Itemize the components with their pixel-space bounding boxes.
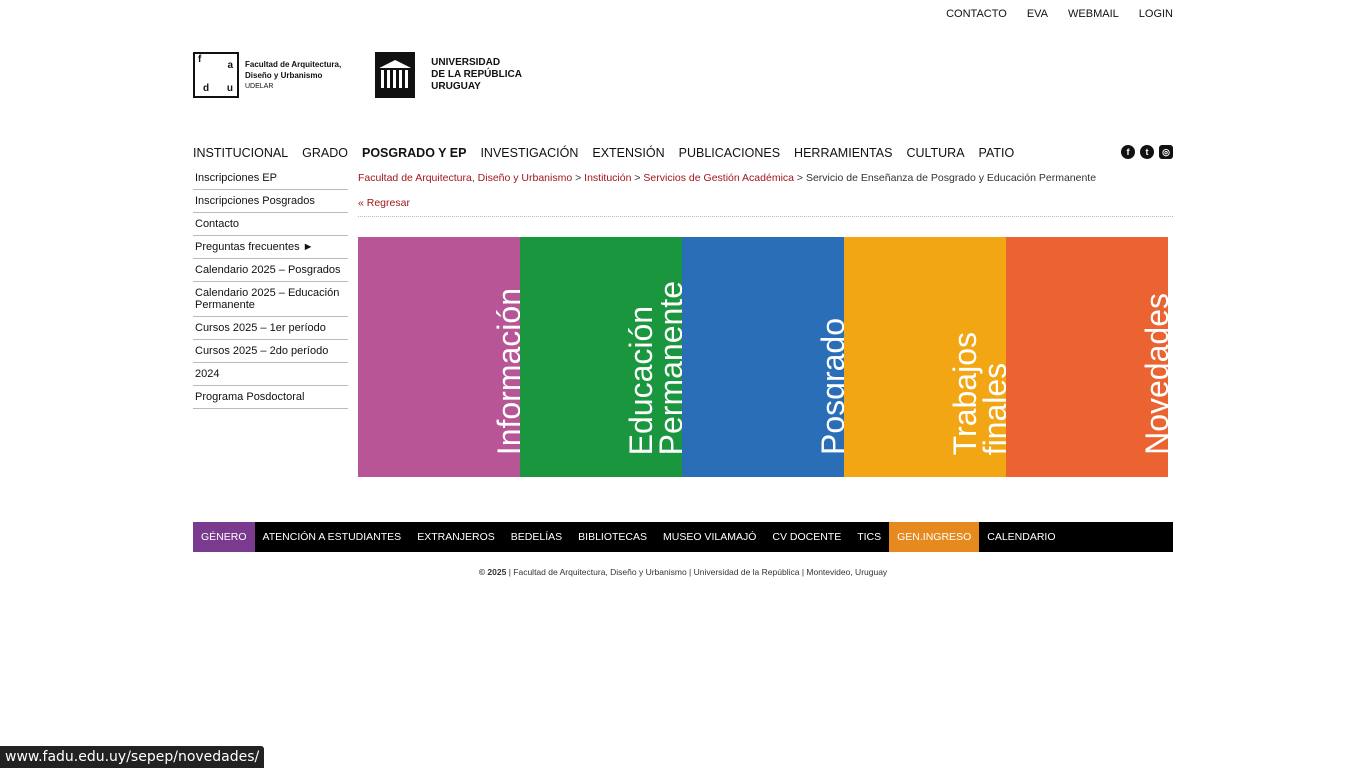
footer-bedelias[interactable]: BEDELÍAS [503, 522, 570, 552]
nav-investigacion[interactable]: INVESTIGACIÓN [480, 146, 578, 160]
tile-novedades[interactable]: Novedades [1006, 237, 1168, 477]
nav-publicaciones[interactable]: PUBLICACIONES [679, 146, 780, 160]
copyright: © 2025 | Facultad de Arquitectura, Diseñ… [478, 567, 888, 577]
contacto-link[interactable]: CONTACTO [946, 8, 1007, 20]
fadu-logo-text[interactable]: Facultad de Arquitectura, Diseño y Urban… [245, 59, 341, 92]
nav-extension[interactable]: EXTENSIÓN [592, 146, 664, 160]
tile-label: Posgrado [815, 318, 844, 455]
sidebar-item-inscripciones-posgrados[interactable]: Inscripciones Posgrados [193, 190, 348, 213]
facebook-icon[interactable]: f [1121, 145, 1135, 159]
nav-institucional[interactable]: INSTITUCIONAL [193, 146, 288, 160]
footer-tics[interactable]: TICS [849, 522, 889, 552]
divider [358, 216, 1173, 217]
sidebar-item-cursos-1er[interactable]: Cursos 2025 – 1er período [193, 317, 348, 340]
top-utility-nav: CONTACTO EVA WEBMAIL LOGIN [946, 8, 1173, 20]
breadcrumb-fadu[interactable]: Facultad de Arquitectura, Diseño y Urban… [358, 172, 572, 184]
tile-label: Trabajos finales [947, 331, 1006, 455]
nav-herramientas[interactable]: HERRAMIENTAS [794, 146, 892, 160]
instagram-icon[interactable]: ◎ [1159, 145, 1173, 159]
status-bar-url: www.fadu.edu.uy/sepep/novedades/ [0, 746, 265, 768]
header-logos: f a d u Facultad de Arquitectura, Diseño… [193, 52, 522, 98]
breadcrumb: Facultad de Arquitectura, Diseño y Urban… [358, 172, 1097, 184]
sidebar-item-calendario-posgrados[interactable]: Calendario 2025 – Posgrados [193, 259, 348, 282]
webmail-link[interactable]: WEBMAIL [1068, 8, 1119, 20]
sidebar-item-calendario-ep[interactable]: Calendario 2025 – Educación Permanente [193, 282, 348, 317]
footer-bibliotecas[interactable]: BIBLIOTECAS [570, 522, 655, 552]
main-nav: INSTITUCIONAL GRADO POSGRADO Y EP INVEST… [193, 146, 1014, 160]
social-links: f t ◎ [1121, 145, 1173, 159]
back-link[interactable]: « Regresar [358, 197, 410, 209]
udelar-logo-text[interactable]: UNIVERSIDAD DE LA REPÚBLICA URUGUAY [431, 57, 522, 93]
footer-gen-ingreso[interactable]: GEN.INGRESO [889, 522, 980, 552]
udelar-seal-icon[interactable] [375, 52, 416, 98]
footer-cv-docente[interactable]: CV DOCENTE [764, 522, 849, 552]
section-tiles: Información Educación Permanente Posgrad… [358, 237, 1168, 477]
tile-trabajos-finales[interactable]: Trabajos finales [844, 237, 1006, 477]
breadcrumb-institucion[interactable]: Institución [584, 172, 631, 184]
twitter-icon[interactable]: t [1140, 145, 1154, 159]
tile-informacion[interactable]: Información [358, 237, 520, 477]
footer-museo[interactable]: MUSEO VILAMAJÓ [655, 522, 764, 552]
tile-label: Educación Permanente [623, 280, 682, 455]
sidebar-item-contacto[interactable]: Contacto [193, 213, 348, 236]
footer-atencion[interactable]: ATENCIÓN A ESTUDIANTES [255, 522, 410, 552]
tile-posgrado[interactable]: Posgrado [682, 237, 844, 477]
fadu-logo[interactable]: f a d u [193, 52, 239, 98]
tile-label: Novedades [1139, 293, 1168, 455]
sidebar-menu: Inscripciones EP Inscripciones Posgrados… [193, 167, 348, 409]
footer-genero[interactable]: GÉNERO [193, 522, 255, 552]
nav-cultura[interactable]: CULTURA [906, 146, 964, 160]
footer-extranjeros[interactable]: EXTRANJEROS [409, 522, 503, 552]
breadcrumb-current: Servicio de Enseñanza de Posgrado y Educ… [805, 172, 1097, 184]
nav-posgrado-ep[interactable]: POSGRADO Y EP [362, 146, 466, 160]
sidebar-item-posdoctoral[interactable]: Programa Posdoctoral [193, 386, 348, 409]
login-link[interactable]: LOGIN [1139, 8, 1173, 20]
nav-patio[interactable]: PATIO [979, 146, 1015, 160]
eva-link[interactable]: EVA [1027, 8, 1048, 20]
sidebar-item-2024[interactable]: 2024 [193, 363, 348, 386]
tile-label: Información [491, 287, 520, 455]
nav-grado[interactable]: GRADO [302, 146, 348, 160]
sidebar-item-inscripciones-ep[interactable]: Inscripciones EP [193, 167, 348, 190]
sidebar-item-cursos-2do[interactable]: Cursos 2025 – 2do período [193, 340, 348, 363]
sidebar-item-preguntas-frecuentes[interactable]: Preguntas frecuentes ► [193, 236, 348, 259]
footer-calendario[interactable]: CALENDARIO [979, 522, 1063, 552]
breadcrumb-servicios[interactable]: Servicios de Gestión Académica [643, 172, 794, 184]
footer-nav: GÉNERO ATENCIÓN A ESTUDIANTES EXTRANJERO… [193, 522, 1173, 552]
tile-educacion-permanente[interactable]: Educación Permanente [520, 237, 682, 477]
